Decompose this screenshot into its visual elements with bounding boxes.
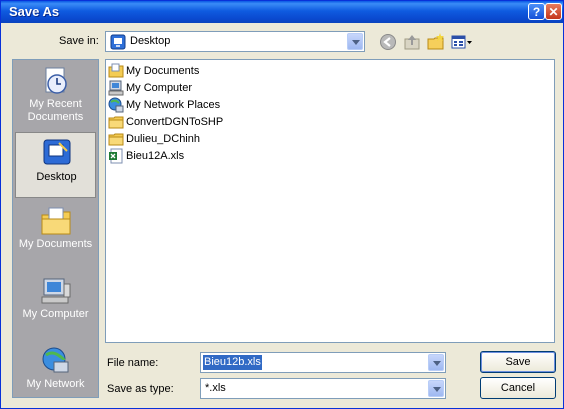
save-as-type-value: *.xls [205,382,226,394]
chevron-down-icon[interactable] [347,33,363,50]
cancel-button[interactable]: Cancel [480,377,556,399]
place-my-recent-documents[interactable]: My Recent Documents [15,62,96,128]
file-name: Bieu12A.xls [126,150,185,162]
my-documents-icon [41,207,71,235]
save-as-type-dropdown[interactable]: *.xls [200,378,446,399]
file-name: My Network Places [126,99,221,111]
file-name: My Computer [126,82,193,94]
save-as-dialog: Save As ? ✕ Save in: Desktop My Recent D… [0,0,564,409]
file-name-value: Bieu12b.xls [203,355,262,370]
close-button[interactable]: ✕ [545,3,562,20]
save-in-label: Save in: [59,35,99,47]
place-my-documents[interactable]: My Documents [15,202,96,268]
folder-icon [108,116,124,129]
folder-icon [108,133,124,146]
dialog-title: Save As [9,4,60,19]
desktop-small-icon [110,34,126,50]
recent-documents-icon [45,67,67,94]
views-menu-icon[interactable] [451,33,473,51]
file-name: Dulieu_DChinh [126,133,200,145]
place-label: My Documents [18,238,93,250]
back-icon[interactable] [379,33,397,51]
save-button[interactable]: Save [480,351,556,373]
file-name-input[interactable]: Bieu12b.xls [200,352,446,373]
chevron-down-icon[interactable] [428,380,444,397]
save-in-value: Desktop [130,35,171,47]
up-folder-icon[interactable] [403,33,421,51]
file-name-label: File name: [107,357,159,369]
place-my-network[interactable]: My Network [15,342,96,408]
my-computer-icon [108,80,124,96]
place-my-computer[interactable]: My Computer [15,272,96,338]
place-label: My Network [26,378,85,390]
file-name: ConvertDGNToSHP [126,116,224,128]
network-places-icon [108,97,124,113]
desktop-icon [43,139,71,165]
save-in-dropdown[interactable]: Desktop [105,31,365,52]
place-desktop[interactable]: Desktop [15,132,96,198]
file-list[interactable]: My Documents My Computer My Network Plac… [105,59,555,343]
my-network-icon [42,347,69,373]
help-button[interactable]: ? [528,3,545,20]
chevron-down-icon[interactable] [428,354,444,371]
place-label: Desktop [36,171,77,183]
place-label: My Recent Documents [27,98,84,123]
places-bar: My Recent Documents Desktop My Documents [12,59,99,398]
file-name: My Documents [126,65,200,77]
place-label: My Computer [22,308,89,320]
save-as-type-label: Save as type: [107,383,174,395]
new-folder-icon[interactable] [427,33,445,51]
my-computer-icon [41,278,71,304]
my-documents-folder-icon [108,63,124,78]
excel-file-icon [109,148,123,164]
title-bar[interactable]: Save As ? ✕ [1,1,563,23]
